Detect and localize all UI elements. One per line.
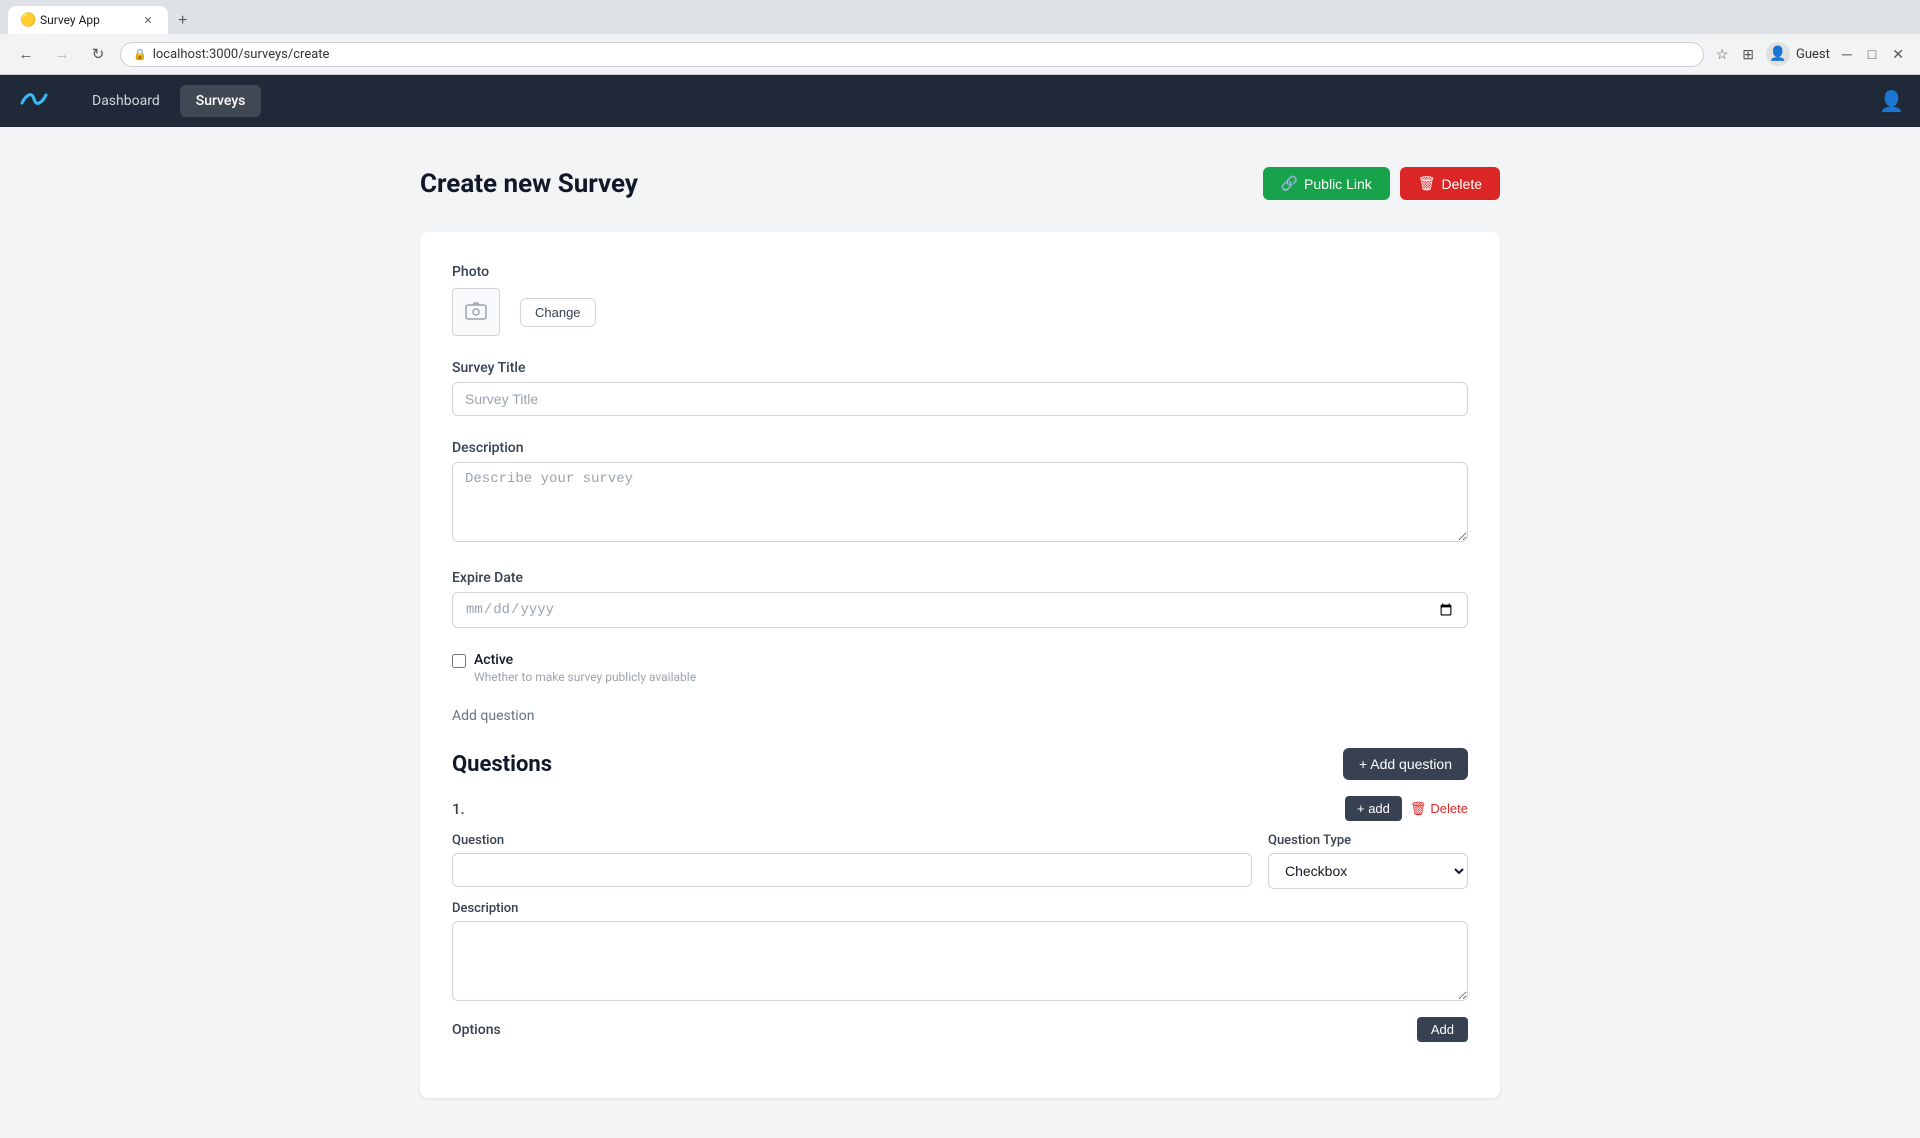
minimize-button[interactable]: ─ — [1838, 42, 1856, 66]
survey-title-section: Survey Title — [452, 360, 1468, 416]
active-label-group: Active Whether to make survey publicly a… — [474, 652, 696, 684]
question-item: 1. + add 🗑 Delete Question — [452, 796, 1468, 1042]
browser-toolbar: ← → ↻ 🔒 localhost:3000/surveys/create ☆ … — [0, 34, 1920, 75]
form-card: Photo Change Survey Title Description — [420, 232, 1500, 1098]
description-textarea[interactable] — [452, 462, 1468, 542]
expire-date-input[interactable] — [452, 592, 1468, 628]
question-1-actions: + add 🗑 Delete — [1345, 796, 1468, 821]
expire-date-section: Expire Date — [452, 570, 1468, 628]
link-icon: 🔗 — [1281, 175, 1298, 192]
nav-surveys[interactable]: Surveys — [180, 85, 262, 117]
profile-icon: 👤 — [1766, 42, 1790, 66]
new-tab-button[interactable]: + — [170, 8, 195, 34]
nav-user-icon[interactable]: 👤 — [1879, 89, 1904, 113]
nav-dashboard[interactable]: Dashboard — [76, 85, 176, 117]
close-window-button[interactable]: ✕ — [1888, 42, 1908, 67]
active-tab[interactable]: 🟡 Survey App ✕ — [8, 6, 168, 34]
questions-section: Questions + Add question 1. + add 🗑 Dele… — [452, 748, 1468, 1042]
options-label: Options — [452, 1022, 501, 1038]
question-type-select[interactable]: Text Select Radio Checkbox Textarea — [1268, 853, 1468, 889]
survey-title-label: Survey Title — [452, 360, 1468, 376]
question-fields-row: Question Question Type Text Select Radio… — [452, 833, 1468, 889]
question-delete-sm-button[interactable]: 🗑 Delete — [1410, 796, 1468, 821]
app-nav: Dashboard Surveys 👤 — [0, 75, 1920, 127]
photo-label: Photo — [452, 264, 1468, 280]
questions-header: Questions + Add question — [452, 748, 1468, 780]
trash-sm-icon: 🗑 — [1410, 801, 1427, 817]
browser-actions: ☆ ⊞ — [1712, 42, 1758, 67]
description-label: Description — [452, 440, 1468, 456]
address-bar[interactable]: 🔒 localhost:3000/surveys/create — [120, 42, 1704, 67]
active-label[interactable]: Active — [474, 652, 513, 668]
page-title: Create new Survey — [420, 169, 638, 199]
public-link-button[interactable]: 🔗 Public Link — [1263, 167, 1390, 200]
question-type-label: Question Type — [1268, 833, 1468, 848]
question-field-label: Question — [452, 833, 1252, 848]
profile-label: Guest — [1796, 47, 1830, 62]
expire-date-label: Expire Date — [452, 570, 1468, 586]
back-button[interactable]: ← — [12, 40, 40, 68]
address-text: localhost:3000/surveys/create — [153, 47, 330, 62]
photo-section: Photo Change — [452, 264, 1468, 336]
questions-title: Questions — [452, 752, 552, 777]
question-1-header: 1. + add 🗑 Delete — [452, 796, 1468, 821]
delete-button[interactable]: 🗑 Delete — [1400, 167, 1500, 200]
active-checkbox-row: Active Whether to make survey publicly a… — [452, 652, 1468, 684]
active-section: Active Whether to make survey publicly a… — [452, 652, 1468, 684]
add-option-button[interactable]: Add — [1417, 1017, 1468, 1042]
question-field-group: Question — [452, 833, 1252, 889]
browser-chrome: 🟡 Survey App ✕ + ← → ↻ 🔒 localhost:3000/… — [0, 0, 1920, 75]
change-photo-button[interactable]: Change — [520, 298, 596, 327]
maximize-button[interactable]: □ — [1864, 42, 1880, 66]
active-checkbox[interactable] — [452, 654, 466, 668]
add-question-link[interactable]: Add question — [452, 708, 534, 724]
tab-close-button[interactable]: ✕ — [140, 12, 156, 28]
delete-label: Delete — [1442, 176, 1482, 192]
trash-icon: 🗑 — [1418, 175, 1436, 192]
header-actions: 🔗 Public Link 🗑 Delete — [1263, 167, 1500, 200]
public-link-label: Public Link — [1304, 176, 1372, 192]
question-description-group: Description — [452, 901, 1468, 1005]
app-logo — [16, 81, 52, 121]
tab-favicon: 🟡 — [20, 13, 34, 27]
question-description-textarea[interactable] — [452, 921, 1468, 1001]
question-delete-label: Delete — [1430, 801, 1468, 816]
question-number: 1. — [452, 800, 465, 818]
reload-button[interactable]: ↻ — [84, 40, 112, 68]
extensions-button[interactable]: ⊞ — [1738, 42, 1758, 67]
description-section: Description — [452, 440, 1468, 546]
tab-title: Survey App — [40, 13, 134, 27]
active-hint: Whether to make survey publicly availabl… — [474, 670, 696, 684]
main-content: Create new Survey 🔗 Public Link 🗑 Delete… — [360, 127, 1560, 1138]
add-question-button[interactable]: + Add question — [1343, 748, 1468, 780]
survey-title-input[interactable] — [452, 382, 1468, 416]
question-add-sm-button[interactable]: + add — [1345, 796, 1402, 821]
nav-links: Dashboard Surveys — [76, 85, 1879, 117]
profile-area[interactable]: 👤 Guest — [1766, 42, 1830, 66]
photo-preview — [452, 288, 500, 336]
add-question-link-section: Add question — [452, 708, 1468, 724]
question-input[interactable] — [452, 853, 1252, 887]
question-type-group: Question Type Text Select Radio Checkbox… — [1268, 833, 1468, 889]
forward-button[interactable]: → — [48, 40, 76, 68]
lock-icon: 🔒 — [133, 48, 147, 61]
bookmark-button[interactable]: ☆ — [1712, 42, 1733, 67]
question-description-label: Description — [452, 901, 1468, 916]
page-header: Create new Survey 🔗 Public Link 🗑 Delete — [420, 167, 1500, 200]
photo-row: Change — [452, 288, 1468, 336]
options-header: Options Add — [452, 1017, 1468, 1042]
